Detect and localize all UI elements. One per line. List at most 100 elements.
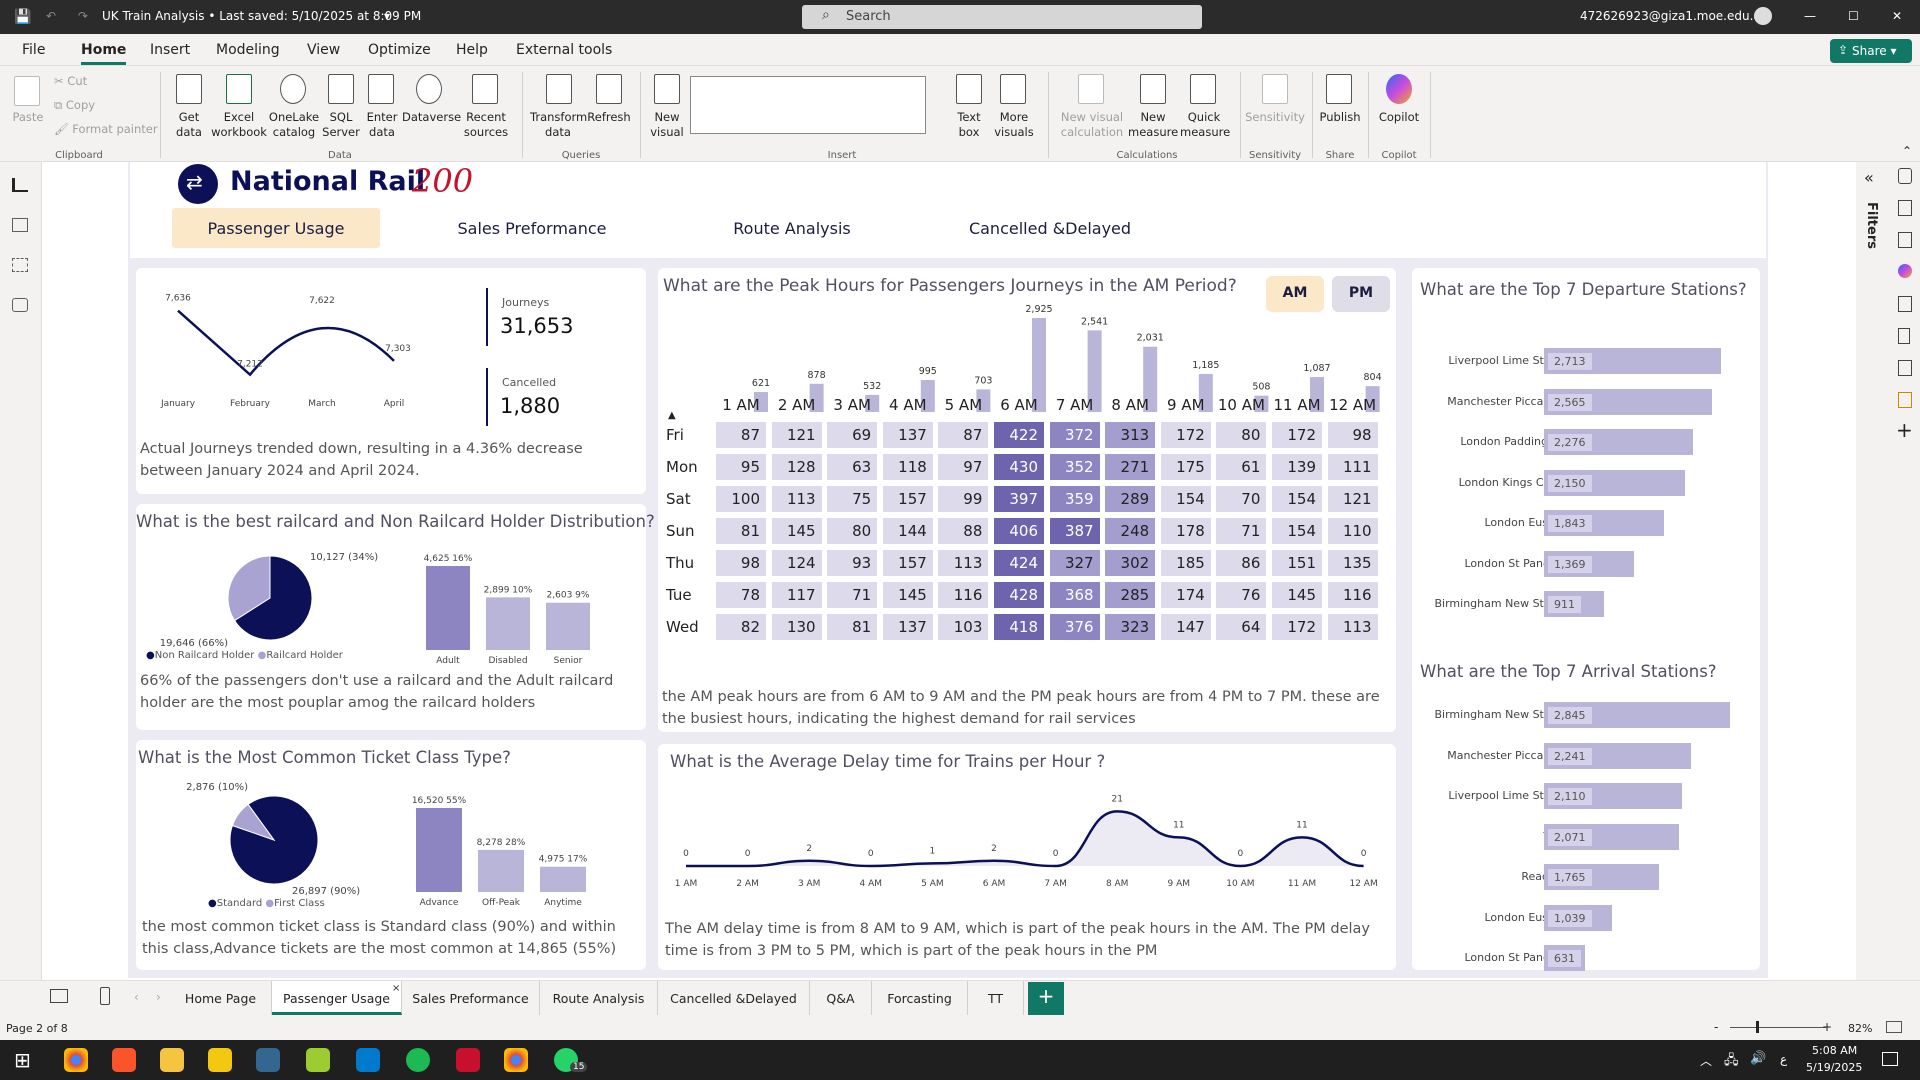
nav-tab-cancelled-delayed[interactable]: Cancelled &Delayed [950, 208, 1150, 248]
new-visual-button[interactable]: New visual [646, 110, 688, 140]
new-measure-button[interactable]: New measure [1128, 110, 1178, 140]
performance-analyzer-icon[interactable] [1898, 392, 1912, 408]
notifications-icon[interactable] [1882, 1052, 1898, 1066]
menu-optimize[interactable]: Optimize [368, 42, 431, 58]
python-tool-icon[interactable] [306, 1048, 330, 1072]
page-tab[interactable]: TT [968, 981, 1024, 1015]
bookmark-icon[interactable] [1898, 328, 1910, 344]
cut-button[interactable]: ✂ Cut [54, 74, 87, 89]
build-visual-icon[interactable] [1898, 200, 1912, 216]
desktop-layout-icon[interactable] [50, 989, 68, 1003]
collapse-ribbon-icon[interactable]: ⌃ [1902, 144, 1912, 158]
collapse-filters-icon[interactable]: « [1864, 168, 1874, 187]
page-tab[interactable]: Sales Preformance [402, 981, 540, 1015]
page-tab[interactable]: Q&A [810, 981, 872, 1015]
chrome-profile-icon[interactable] [504, 1048, 528, 1072]
format-painter-button[interactable]: 🖌 Format painter [54, 122, 158, 137]
sensitivity-button[interactable]: Sensitivity [1244, 110, 1306, 125]
save-icon[interactable]: 💾 [14, 9, 31, 25]
language-icon[interactable]: ع [1780, 1052, 1787, 1066]
heatmap-cell: 154 [1272, 486, 1322, 512]
minimize-icon[interactable]: — [1804, 9, 1816, 23]
publish-button[interactable]: Publish [1318, 110, 1362, 125]
power-bi-icon[interactable] [208, 1048, 232, 1072]
add-pane-icon[interactable]: + [1896, 418, 1913, 442]
windows-start-icon[interactable]: ⊞ [14, 1048, 31, 1072]
sync-slicers-icon[interactable] [1898, 360, 1912, 376]
menu-insert[interactable]: Insert [150, 42, 190, 58]
text-box-button[interactable]: Text box [948, 110, 990, 140]
add-page-button[interactable]: + [1028, 982, 1064, 1015]
paste-button[interactable]: Paste [8, 110, 48, 125]
sql-server-button[interactable]: SQL Server [320, 110, 362, 140]
get-data-button[interactable]: Get data [166, 110, 212, 140]
page-tab[interactable]: Cancelled &Delayed [658, 981, 810, 1015]
new-visual-calculation-button[interactable]: New visual calculation [1060, 110, 1124, 140]
redo-icon[interactable]: ↷ [78, 9, 88, 23]
anydesk-icon[interactable] [456, 1048, 480, 1072]
copilot-pane-icon[interactable] [1898, 264, 1912, 278]
page-tab[interactable]: Route Analysis [540, 981, 658, 1015]
page-tab[interactable]: Passenger Usage [272, 981, 402, 1015]
nav-tab-passenger-usage[interactable]: Passenger Usage [172, 208, 380, 248]
search-input[interactable]: ⌕ Search [802, 5, 1202, 29]
sort-arrow-icon[interactable]: ▲ [668, 410, 676, 421]
model-view-icon[interactable] [12, 258, 28, 272]
filters-pane-label[interactable]: Filters [1864, 202, 1879, 249]
menu-external-tools[interactable]: External tools [516, 42, 612, 58]
onelake-catalog-button[interactable]: OneLake catalog [268, 110, 320, 140]
spotify-icon[interactable] [406, 1048, 430, 1072]
page-tab[interactable]: Forcasting [872, 981, 968, 1015]
undo-icon[interactable]: ↶ [46, 9, 56, 23]
network-icon[interactable]: 🖧 [1724, 1051, 1739, 1073]
selection-pane-icon[interactable] [1898, 296, 1912, 312]
dax-query-view-icon[interactable] [12, 298, 28, 312]
recent-sources-button[interactable]: Recent sources [462, 110, 510, 140]
table-view-icon[interactable] [12, 218, 28, 232]
data-pane-icon[interactable] [1898, 168, 1912, 184]
menu-modeling[interactable]: Modeling [216, 42, 280, 58]
excel-workbook-button[interactable]: Excel workbook [208, 110, 270, 140]
copy-button[interactable]: ⧉ Copy [54, 98, 95, 113]
menu-file[interactable]: File [22, 42, 45, 58]
close-icon[interactable]: ✕ [1892, 9, 1902, 23]
vscode-icon[interactable] [356, 1048, 380, 1072]
menu-home[interactable]: Home [81, 42, 127, 65]
enter-data-button[interactable]: Enter data [364, 110, 400, 140]
next-page-icon[interactable]: › [156, 990, 161, 1004]
close-tab-icon[interactable]: × [392, 983, 400, 994]
prev-page-icon[interactable]: ‹ [134, 990, 139, 1004]
zoom-in-icon[interactable]: + [1822, 1020, 1832, 1034]
nav-tab-route-analysis[interactable]: Route Analysis [692, 208, 892, 248]
copilot-button[interactable]: Copilot [1374, 110, 1424, 125]
more-visuals-button[interactable]: More visuals [992, 110, 1036, 140]
fit-to-page-icon[interactable] [1886, 1021, 1902, 1033]
volume-icon[interactable]: 🔊 [1750, 1051, 1766, 1066]
menu-help[interactable]: Help [456, 42, 488, 58]
visual-gallery[interactable] [690, 76, 926, 134]
refresh-button[interactable]: Refresh [586, 110, 632, 125]
mobile-layout-icon[interactable] [100, 987, 110, 1005]
user-account[interactable]: 472626923@giza1.moe.edu.eg [1580, 9, 1768, 23]
brave-icon[interactable] [112, 1048, 136, 1072]
format-visual-icon[interactable] [1898, 232, 1912, 248]
share-button[interactable]: ⇪ Share ▾ [1830, 39, 1912, 63]
chevron-down-icon[interactable]: ▾ [384, 9, 390, 23]
transform-data-button[interactable]: Transform data [530, 110, 587, 140]
zoom-slider-thumb[interactable] [1756, 1021, 1759, 1033]
zoom-out-icon[interactable]: - [1714, 1020, 1718, 1034]
maximize-icon[interactable]: ☐ [1848, 9, 1859, 23]
menu-view[interactable]: View [307, 42, 340, 58]
quick-measure-button[interactable]: Quick measure [1180, 110, 1230, 140]
dataverse-button[interactable]: Dataverse [402, 110, 461, 125]
zoom-slider[interactable] [1730, 1027, 1826, 1028]
avatar[interactable] [1754, 7, 1772, 25]
page-tab[interactable]: Home Page [170, 981, 272, 1015]
chrome-icon[interactable] [64, 1048, 88, 1072]
nav-tab-sales-performance[interactable]: Sales Preformance [432, 208, 632, 248]
postgresql-icon[interactable] [256, 1048, 280, 1072]
tray-chevron-icon[interactable]: ︿ [1700, 1052, 1712, 1069]
file-explorer-icon[interactable] [160, 1048, 184, 1072]
document-title[interactable]: UK Train Analysis • Last saved: 5/10/202… [102, 9, 421, 23]
report-view-icon[interactable] [12, 178, 28, 192]
